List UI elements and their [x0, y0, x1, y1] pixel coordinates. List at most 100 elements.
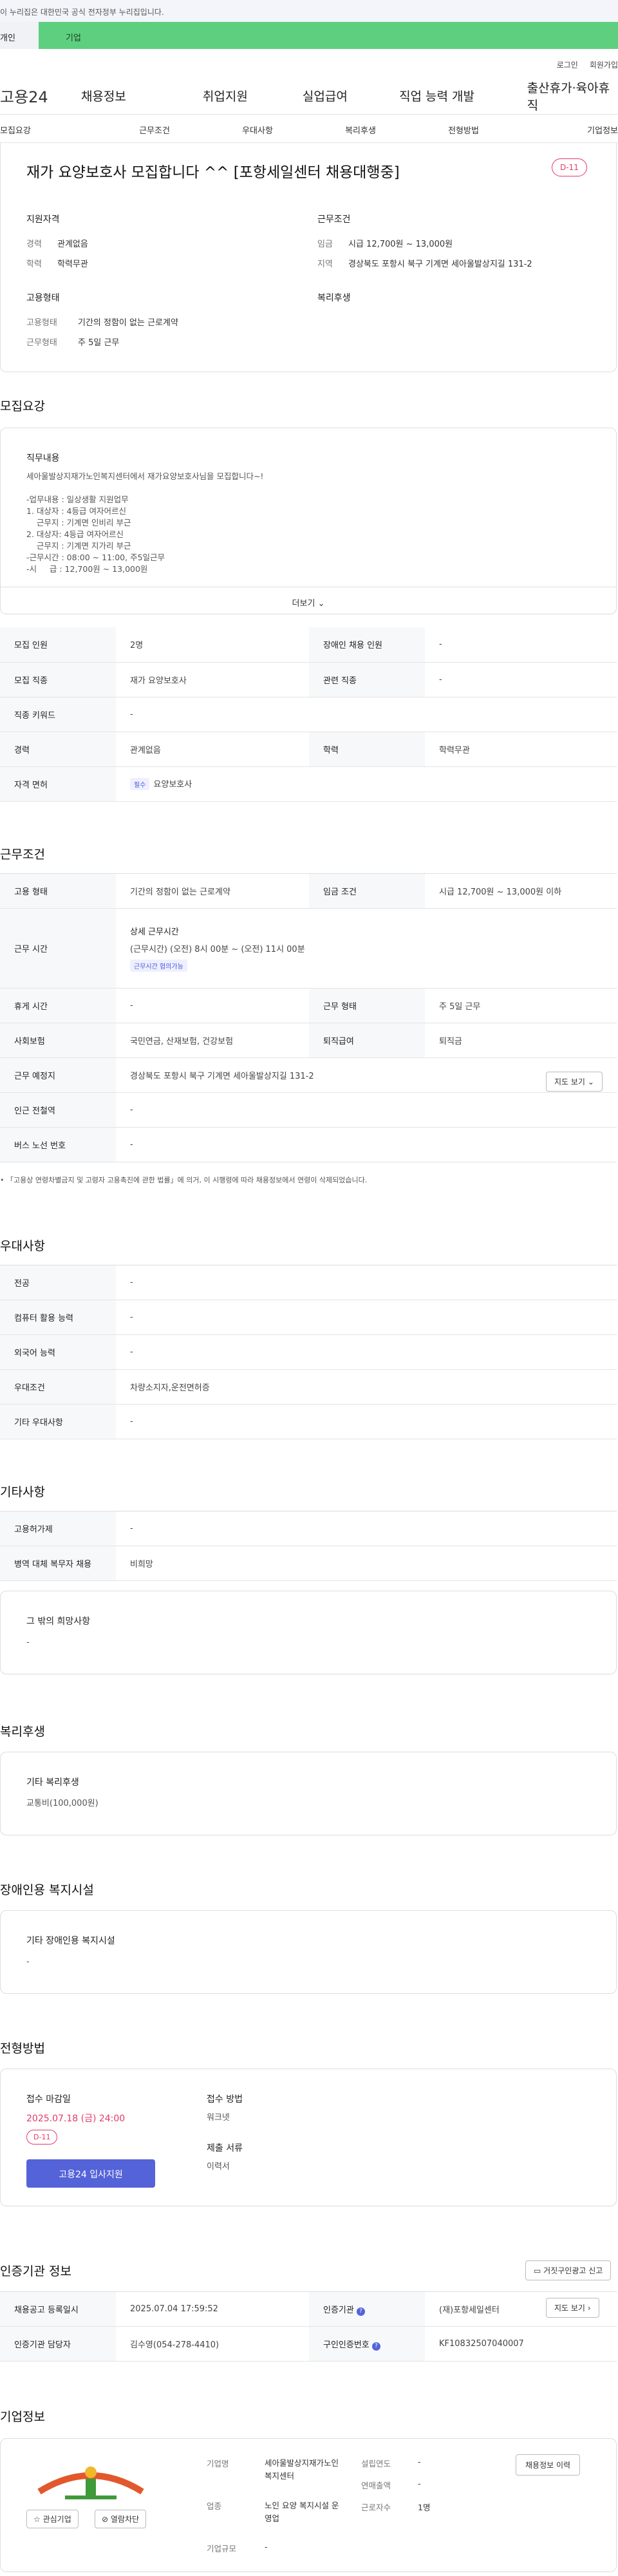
recruit-table: 모집 인원 2명 장애인 채용 인원 - 모집 직종 재가 요양보호사 관련 직… [0, 627, 617, 802]
method-heading: 접수 방법 [207, 2094, 243, 2105]
cell-value: 차량소지자,운전면허증 [116, 1369, 617, 1405]
work-map-button[interactable]: 지도 보기 ⌄ [546, 1072, 603, 1092]
cell-label: 근무 시간 [0, 908, 116, 989]
map-button-label: 지도 보기 [554, 1077, 585, 1086]
agency-map-button[interactable]: 지도 보기 › [546, 2298, 599, 2318]
login-link[interactable]: 로그인 [557, 59, 578, 77]
table-row: 인증기관 담당자 김수영(054-278-4410) 구인인증번호 ? KF10… [0, 2326, 617, 2362]
work-type-value: 주 5일 근무 [78, 338, 120, 348]
job-title: 재가 요양보호사 모집합니다 ^^ [포항세일센터 채용대행중] [26, 164, 400, 181]
more-button[interactable]: 더보기 ⌄ [1, 587, 616, 615]
cell-label: 근무 예정지 [0, 1057, 116, 1093]
duty-line: 근무지 : 기계면 인비리 부근 [26, 518, 131, 527]
tab-preference[interactable]: 우대사항 [206, 115, 309, 142]
other-hope-heading: 그 밖의 희망사항 [26, 1616, 91, 1627]
signup-link[interactable]: 회원가입 [590, 59, 618, 77]
cell-label: 인근 전철역 [0, 1092, 116, 1128]
etc-section-title: 기타사항 [0, 1485, 45, 1499]
block-company-button[interactable]: ⊘ 열람차단 [95, 2510, 147, 2528]
cell-label: 사회보험 [0, 1023, 116, 1058]
map-button-label: 지도 보기 [554, 2304, 585, 2313]
company-biz-value: 노인 요양 복지시설 운영업 [265, 2501, 339, 2523]
table-row: 사회보험 국민연금, 산재보험, 건강보험 퇴직급여 퇴직금 [0, 1023, 617, 1058]
company-biz-label: 업종 [207, 2501, 222, 2511]
cell-value: - [425, 627, 617, 663]
cell-value: 주 5일 근무 [425, 988, 617, 1023]
table-row: 버스 노선 번호 - [0, 1127, 617, 1162]
company-scale-value: - [265, 2542, 268, 2552]
favorite-label: 관심기업 [42, 2515, 71, 2524]
cell-value: 비희망 [116, 1546, 617, 1581]
tab-work-condition[interactable]: 근무조건 [103, 115, 206, 142]
cell-value: - [116, 1127, 617, 1162]
chevron-right-icon: › [587, 2304, 591, 2313]
duty-heading: 직무내용 [26, 453, 60, 464]
condition-heading: 근무조건 [317, 214, 351, 225]
tab-process[interactable]: 전형방법 [412, 115, 515, 142]
tab-welfare[interactable]: 복리후생 [309, 115, 412, 142]
cell-label: 모집 인원 [0, 627, 116, 663]
cell-label: 컴퓨터 활용 능력 [0, 1300, 116, 1335]
table-row: 자격 면허 필수 요양보호사 [0, 766, 617, 802]
site-logo[interactable]: 고용24 [0, 84, 81, 107]
chevron-down-icon: ⌄ [317, 599, 325, 609]
disabled-box: 기타 장애인용 복지시설 - [0, 1910, 617, 1994]
hours-value: (근무시간) (오전) 8시 00분 ~ (오전) 11시 00분 [130, 945, 305, 954]
section-tabs: 모집요강 근무조건 우대사항 복리후생 전형방법 기업정보 [0, 115, 618, 143]
tab-personal[interactable]: 개인 [0, 22, 39, 49]
tab-recruit[interactable]: 모집요강 [0, 115, 103, 142]
deadline-heading: 접수 마감일 [26, 2094, 71, 2105]
gnb-jobs[interactable]: 채용정보 [81, 87, 203, 104]
num-label: 구인인증번호 [323, 2340, 370, 2350]
apply-button[interactable]: 고용24 입사지원 [26, 2159, 155, 2188]
megaphone-icon: ▭ [534, 2266, 541, 2275]
chevron-down-icon: ⌄ [587, 1077, 594, 1086]
table-row: 전공 - [0, 1265, 617, 1300]
work-table: 고용 형태 기간의 정함이 없는 근로계약 임금 조건 시급 12,700원 ~… [0, 873, 617, 1162]
job-history-button[interactable]: 채용정보 이력 [516, 2454, 581, 2476]
tab-company[interactable]: 기업 [39, 22, 618, 49]
cell-value: 학력무관 [425, 732, 617, 767]
hours-cell: 상세 근무시간 (근무시간) (오전) 8시 00분 ~ (오전) 11시 00… [116, 908, 617, 989]
career-value: 관계없음 [57, 240, 88, 249]
welfare-heading: 복리후생 [317, 293, 351, 303]
cell-value: 국민연금, 산재보험, 건강보험 [116, 1023, 309, 1058]
gnb-leave[interactable]: 출산휴가·육아휴직 [527, 79, 618, 113]
pref-section-title: 우대사항 [0, 1239, 45, 1253]
cell-value: - [116, 988, 309, 1023]
welfare-box-value: 교통비(100,000원) [26, 1799, 98, 1808]
duty-line: 세아울발상지재가노인복지센터에서 재가요양보호사님을 모집합니다~! [26, 471, 264, 481]
duty-line: -업무내용 : 일상생활 지원업무 [26, 495, 129, 504]
gnb-unemployment[interactable]: 실업급여 [303, 87, 399, 104]
table-row: 컴퓨터 활용 능력 - [0, 1300, 617, 1335]
summary-condition: 근무조건 임금 시급 12,700원 ~ 13,000원 지역 경상북도 포항시 북… [317, 213, 532, 277]
top-tabs: 개인 기업 [0, 22, 618, 49]
cell-label: 고용 형태 [0, 873, 116, 909]
duty-line: 1. 대상자 : 4등급 여자어르신 [26, 506, 126, 516]
duty-line: 2. 대상자: 4등급 여자어르신 [26, 529, 124, 539]
qualification-heading: 지원자격 [26, 214, 60, 225]
company-year-label: 설립연도 [361, 2459, 391, 2468]
favorite-company-button[interactable]: ☆ 관심기업 [26, 2510, 79, 2528]
gnb-training[interactable]: 직업 능력 개발 [399, 87, 527, 104]
help-icon[interactable]: ? [371, 2342, 380, 2351]
cell-value: 2명 [116, 627, 309, 663]
cell-label: 근무 형태 [309, 988, 425, 1023]
cell-label: 인증기관 ? [309, 2291, 425, 2327]
star-icon: ☆ [33, 2515, 41, 2524]
duty-line: 근무지 : 기계면 지가리 부근 [26, 541, 131, 551]
gnb-employment-support[interactable]: 취업지원 [203, 87, 303, 104]
table-row: 고용 형태 기간의 정함이 없는 근로계약 임금 조건 시급 12,700원 ~… [0, 873, 617, 909]
report-false-ad-button[interactable]: ▭ 거짓구인광고 신고 [525, 2260, 612, 2280]
wage-value: 시급 12,700원 ~ 13,000원 [348, 240, 453, 249]
tab-company-info[interactable]: 기업정보 [515, 115, 618, 142]
help-icon[interactable]: ? [356, 2307, 365, 2316]
cell-label: 자격 면허 [0, 766, 116, 802]
cell-label: 경력 [0, 732, 116, 767]
more-label: 더보기 [292, 599, 315, 609]
cell-label: 인증기관 담당자 [0, 2326, 116, 2362]
company-box: ☆ 관심기업 ⊘ 열람차단 기업명 세아울발상지재가노인복지센터 업종 노인 요… [0, 2438, 617, 2572]
welfare-section-title: 복리후생 [0, 1725, 45, 1739]
duty-line: -근무시간 : 08:00 ~ 11:00, 주5일근무 [26, 553, 165, 562]
pref-table: 전공 - 컴퓨터 활용 능력 - 외국어 능력 - 우대조건 차량소지자,운전면허증 기… [0, 1265, 617, 1439]
